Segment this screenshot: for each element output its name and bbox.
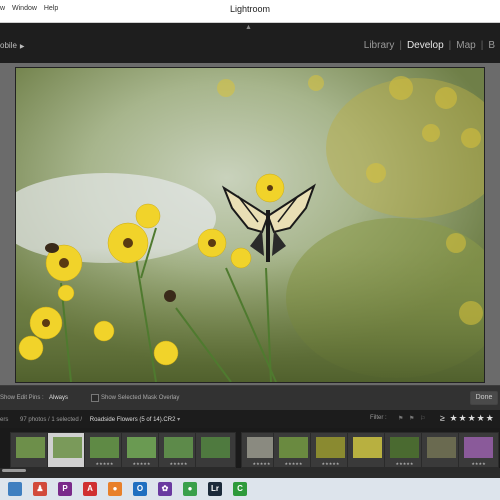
triangle-right-icon: ▶ <box>19 44 25 50</box>
app-purple-icon[interactable]: ✿ <box>158 482 172 496</box>
chevron-down-icon: ▾ <box>177 417 181 423</box>
thumbnail-rating: ★★★★★ <box>284 461 303 466</box>
filmstrip-thumbnail[interactable]: ★★★★★ <box>273 432 314 468</box>
filmstrip: ★★★★★ ★★★★★ ★★★★★ ★★★★★ ★★★★★ ★★★★★ ★★★★★ ★★★★ <box>0 428 500 472</box>
title-bar: w Window Help Lightroom <box>0 0 500 23</box>
pdf-icon[interactable]: A <box>83 482 97 496</box>
source-label: ers <box>0 417 9 423</box>
module-list: Library | Develop | Map | B <box>359 40 500 51</box>
flag-filter-icons[interactable]: ⚑ ⚑ ⚐ <box>398 415 427 422</box>
filmstrip-thumbnail[interactable]: ★★★★★ <box>158 432 199 468</box>
module-picker: ▲ obile ▶ Library | Develop | Map | B <box>0 23 500 63</box>
thumbnail-image <box>53 437 82 458</box>
filmstrip-thumbnail[interactable] <box>10 432 51 468</box>
thumbnail-rating: ★★★★★ <box>95 461 114 466</box>
filmstrip-thumbnail[interactable] <box>47 432 88 468</box>
thumbnail-rating: ★★★★★ <box>395 461 414 466</box>
module-book[interactable]: B <box>483 40 500 51</box>
thumbnail-image <box>16 437 45 458</box>
develop-toolbar: Show Edit Pins : Always Show Selected Ma… <box>0 385 500 410</box>
thumbnail-image <box>164 437 193 458</box>
thumbnail-image <box>390 437 419 458</box>
photo-preview[interactable] <box>15 67 485 383</box>
thumbnail-rating: ★★★★★ <box>321 461 340 466</box>
filmstrip-thumbnail[interactable] <box>347 432 388 468</box>
thumbnail-image <box>316 437 345 458</box>
scrollbar-thumb[interactable] <box>2 469 26 472</box>
identity-plate-label: obile <box>0 41 17 50</box>
mask-overlay-checkbox[interactable] <box>91 394 99 402</box>
outlook-icon[interactable]: O <box>133 482 147 496</box>
window-title: Lightroom <box>229 4 271 14</box>
camtasia-icon[interactable]: C <box>233 482 247 496</box>
firefox-icon[interactable]: ● <box>108 482 122 496</box>
filmstrip-thumbnail[interactable]: ★★★★ <box>458 432 499 468</box>
thumbnail-rating: ★★★★★ <box>169 461 188 466</box>
filmstrip-thumbnail[interactable]: ★★★★★ <box>310 432 351 468</box>
done-button[interactable]: Done <box>470 391 498 405</box>
thumbnail-image <box>201 437 230 458</box>
filter-label: Filter : <box>370 415 387 421</box>
filmstrip-thumbnail[interactable]: ★★★★★ <box>84 432 125 468</box>
current-filename: Roadside Flowers (5 of 14).CR2 <box>89 417 176 423</box>
module-library[interactable]: Library <box>359 40 400 51</box>
people-icon[interactable]: ♟ <box>33 482 47 496</box>
thumbnail-image <box>279 437 308 458</box>
show-edit-pins-select[interactable]: Always <box>49 395 68 401</box>
windows-taskbar: ♟ P A ● O ✿ ● Lr C <box>0 478 500 500</box>
filmstrip-source-info[interactable]: ers 97 photos / 1 selected / Roadside Fl… <box>0 416 180 423</box>
main-view <box>0 63 500 385</box>
thumbnail-image <box>464 437 493 458</box>
filmstrip-thumbnail[interactable]: ★★★★★ <box>121 432 162 468</box>
module-develop[interactable]: Develop <box>402 40 449 51</box>
identity-plate[interactable]: obile ▶ <box>0 41 25 50</box>
butterfly-photo <box>16 68 484 382</box>
thumbnail-rating: ★★★★★ <box>132 461 151 466</box>
publisher-icon[interactable]: P <box>58 482 72 496</box>
thumbnail-image <box>427 437 456 458</box>
chrome-icon[interactable]: ● <box>183 482 197 496</box>
filmstrip-thumbnail[interactable]: ★★★★★ <box>384 432 425 468</box>
app-icon[interactable] <box>8 482 22 496</box>
rating-filter-stars[interactable]: ≥ ★★★★★ <box>440 413 495 424</box>
show-edit-pins-label: Show Edit Pins : <box>0 395 44 401</box>
mask-overlay-label: Show Selected Mask Overlay <box>101 395 180 401</box>
collapse-top-panel-icon[interactable]: ▲ <box>245 24 252 31</box>
module-map[interactable]: Map <box>451 40 480 51</box>
thumbnail-image <box>127 437 156 458</box>
filmstrip-scrollbar[interactable] <box>0 468 500 473</box>
thumbnail-image <box>90 437 119 458</box>
thumbnail-rating: ★★★★ <box>471 461 486 466</box>
thumbnail-image <box>247 437 276 458</box>
filmstrip-header: ers 97 photos / 1 selected / Roadside Fl… <box>0 410 500 428</box>
filmstrip-thumbnail[interactable] <box>421 432 462 468</box>
thumbnail-image <box>353 437 382 458</box>
filmstrip-thumbnail[interactable] <box>195 432 236 468</box>
photo-count: 97 photos / 1 selected / <box>20 417 83 423</box>
lightroom-icon[interactable]: Lr <box>208 482 222 496</box>
